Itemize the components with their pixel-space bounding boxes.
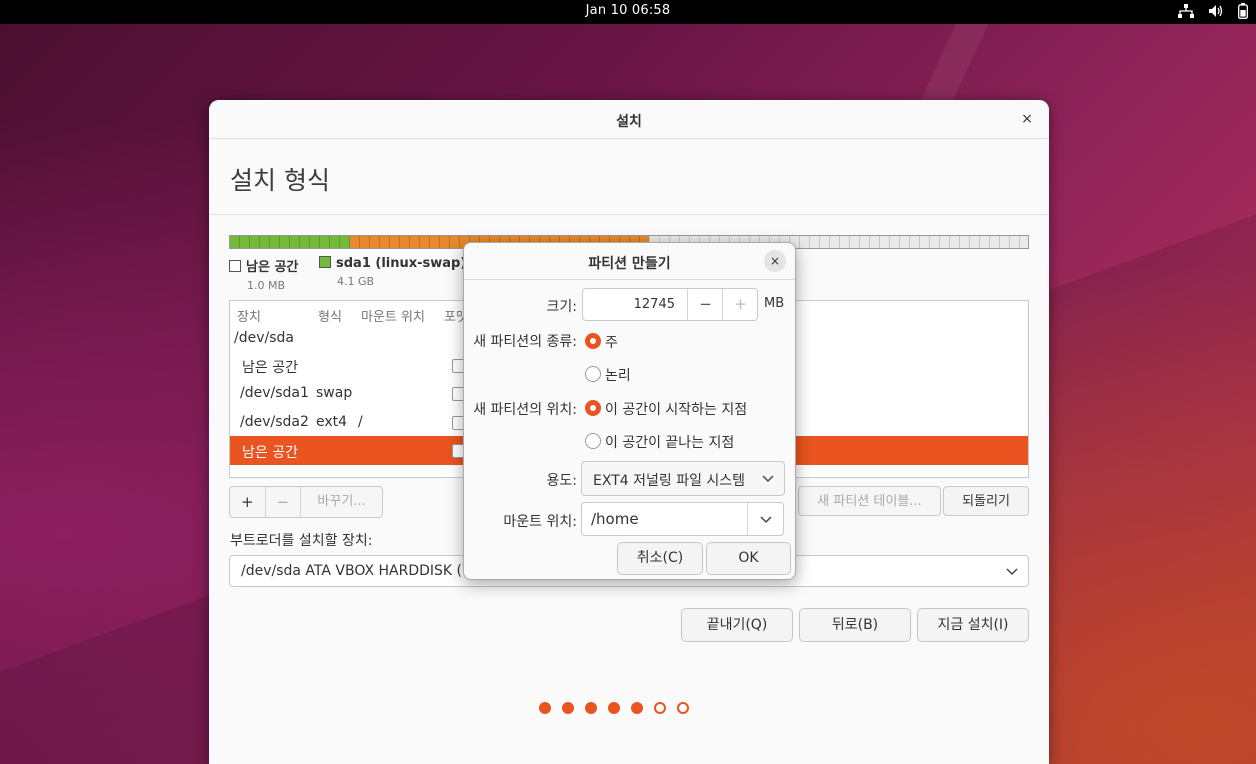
column-header-type[interactable]: 형식: [318, 306, 342, 325]
column-header-device[interactable]: 장치: [237, 306, 261, 325]
system-tray[interactable]: [1178, 3, 1248, 19]
step-dot: [562, 702, 574, 714]
size-unit: MB: [764, 296, 785, 311]
step-dot: [631, 702, 643, 714]
mount-point-dropdown-button[interactable]: [747, 503, 783, 535]
step-dot: [539, 702, 551, 714]
use-as-label: 용도:: [546, 473, 577, 489]
location-start-radio[interactable]: [585, 400, 601, 416]
ok-button[interactable]: OK: [706, 542, 791, 575]
quit-button[interactable]: 끝내기(Q): [681, 608, 793, 642]
partition-type-label: 새 파티션의 종류:: [473, 334, 577, 350]
legend-name: 남은 공간: [246, 260, 299, 275]
mount-point-combo-entry[interactable]: /home: [581, 502, 784, 536]
row-device: /dev/sda: [234, 330, 294, 346]
window-titlebar: 설치 ×: [209, 100, 1049, 139]
revert-button[interactable]: 되돌리기: [943, 486, 1029, 516]
volume-icon[interactable]: [1208, 4, 1224, 18]
dialog-titlebar: 파티션 만들기 ×: [464, 243, 795, 280]
step-dot: [654, 702, 666, 714]
window-close-icon[interactable]: ×: [1017, 109, 1037, 129]
chevron-down-icon: [760, 516, 772, 524]
bootloader-label: 부트로더를 설치할 장치:: [230, 533, 373, 549]
window-title: 설치: [616, 114, 642, 130]
row-mount: /: [358, 414, 363, 430]
legend-swatch: [319, 256, 331, 268]
legend-sda1: sda1 (linux-swap) 4.1 GB: [319, 256, 466, 288]
disk-segment-swap: [230, 236, 350, 248]
battery-icon[interactable]: [1238, 3, 1248, 19]
cancel-button[interactable]: 취소(C): [617, 542, 703, 575]
size-value[interactable]: 12745: [583, 297, 675, 312]
page-title: 설치 형식: [230, 166, 330, 195]
change-partition-button[interactable]: 바꾸기...: [301, 487, 382, 517]
type-logical-label[interactable]: 논리: [605, 365, 631, 385]
location-end-label[interactable]: 이 공간이 끝나는 지점: [605, 432, 734, 452]
use-as-select[interactable]: EXT4 저널링 파일 시스템: [581, 461, 785, 496]
type-primary-radio[interactable]: [585, 333, 601, 349]
row-device: 남은 공간: [242, 360, 298, 376]
install-now-button[interactable]: 지금 설치(I): [917, 608, 1029, 642]
location-end-radio[interactable]: [585, 433, 601, 449]
size-label: 크기:: [546, 299, 577, 315]
step-indicator: [539, 702, 689, 714]
type-primary-label[interactable]: 주: [605, 332, 618, 352]
mount-point-value[interactable]: /home: [591, 510, 639, 528]
back-button[interactable]: 뒤로(B): [799, 608, 911, 642]
create-partition-dialog: 파티션 만들기 × 크기: 12745 − + MB 새 파티션의 종류: 주 …: [463, 242, 796, 580]
partition-tools: + − 바꾸기...: [229, 486, 383, 518]
size-increment-button[interactable]: +: [722, 289, 758, 320]
partition-location-label: 새 파티션의 위치:: [473, 402, 577, 418]
legend-free-space: 남은 공간 1.0 MB: [229, 256, 298, 292]
legend-size: 4.1 GB: [337, 275, 375, 288]
heading-area: 설치 형식: [209, 139, 1049, 215]
step-dot: [677, 702, 689, 714]
mount-point-label: 마운트 위치:: [503, 514, 577, 530]
type-logical-radio[interactable]: [585, 366, 601, 382]
bootloader-device-value: /dev/sda ATA VBOX HARDDISK (: [241, 563, 463, 579]
network-icon[interactable]: [1178, 4, 1194, 18]
new-partition-table-button[interactable]: 새 파티션 테이블...: [798, 486, 941, 516]
legend-swatch: [229, 260, 241, 272]
location-start-label[interactable]: 이 공간이 시작하는 지점: [605, 399, 747, 419]
remove-partition-button[interactable]: −: [266, 487, 302, 517]
step-dot: [608, 702, 620, 714]
step-dot: [585, 702, 597, 714]
clock[interactable]: Jan 10 06:58: [0, 3, 1256, 18]
row-type: swap: [316, 385, 353, 401]
column-header-mount[interactable]: 마운트 위치: [361, 306, 425, 325]
use-as-value: EXT4 저널링 파일 시스템: [593, 473, 746, 489]
legend-size: 1.0 MB: [247, 279, 286, 292]
row-device: /dev/sda1: [240, 385, 309, 401]
legend-name: sda1 (linux-swap): [336, 256, 467, 271]
dialog-title: 파티션 만들기: [588, 256, 671, 272]
row-type: ext4: [316, 414, 348, 430]
row-device: 남은 공간: [242, 445, 298, 461]
row-device: /dev/sda2: [240, 414, 309, 430]
add-partition-button[interactable]: +: [230, 487, 266, 517]
size-decrement-button[interactable]: −: [687, 289, 723, 320]
top-bar: Jan 10 06:58: [0, 0, 1256, 24]
size-spinbox[interactable]: 12745 − +: [582, 288, 758, 321]
chevron-down-icon: [762, 472, 774, 490]
dialog-close-icon[interactable]: ×: [764, 250, 786, 272]
chevron-down-icon: [1006, 562, 1018, 584]
